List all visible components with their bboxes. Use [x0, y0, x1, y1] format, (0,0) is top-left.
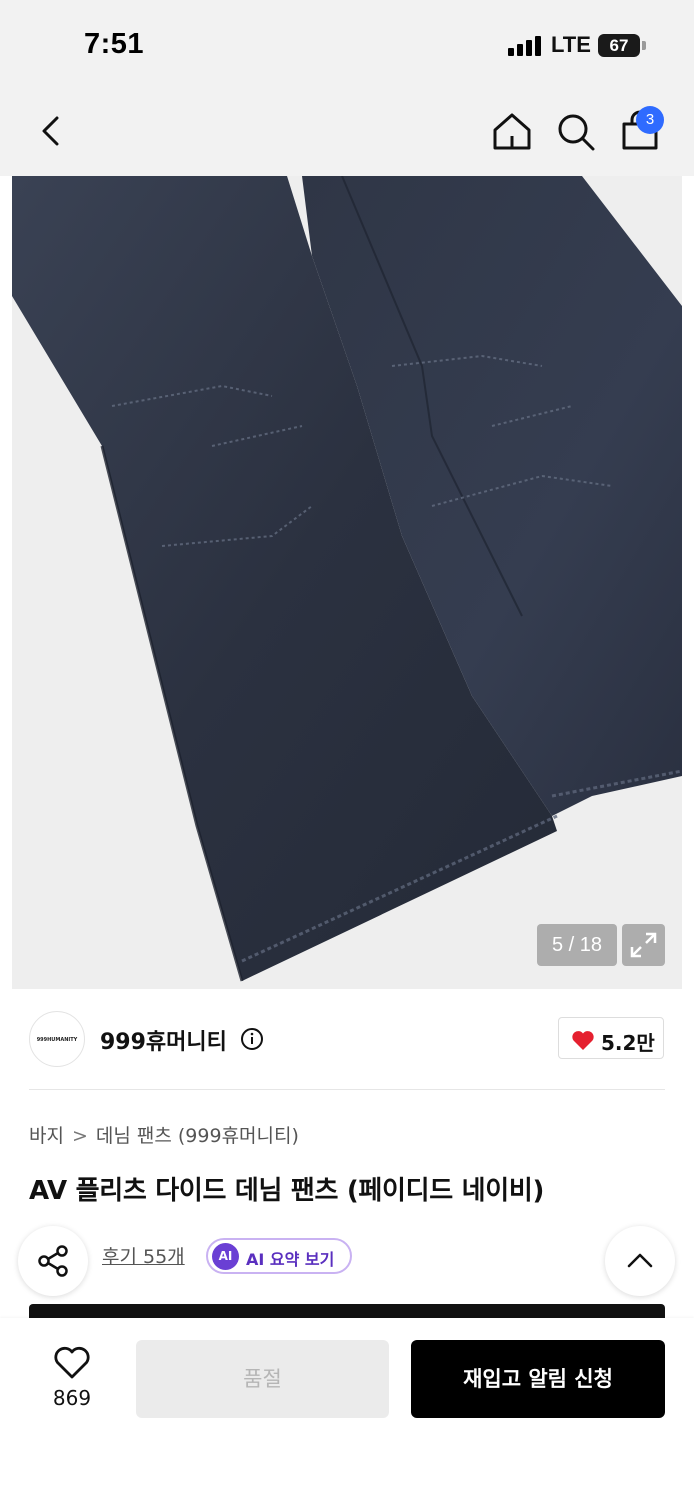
bottom-action-bar: 869 품절 재입고 알림 신청: [0, 1318, 694, 1500]
promo-banner[interactable]: [29, 1304, 665, 1318]
image-counter: 5 / 18: [537, 924, 617, 966]
home-button[interactable]: [490, 110, 534, 154]
denim-pants-photo: [12, 176, 682, 989]
chevron-up-icon: [627, 1253, 653, 1268]
heart-outline-icon: [54, 1346, 90, 1379]
battery-level: 67: [609, 36, 629, 55]
breadcrumb: 바지 > 데님 팬츠 (999휴머니티): [29, 1121, 299, 1148]
expand-icon: [630, 932, 657, 958]
product-title: AV 플리츠 다이드 데님 팬츠 (페이디드 네이비): [29, 1176, 545, 1206]
divider: [29, 1089, 665, 1090]
top-nav-bar: [0, 88, 694, 176]
search-icon: [558, 114, 595, 151]
network-type: LTE: [551, 32, 591, 57]
brand-like-button[interactable]: 5.2만: [558, 1017, 664, 1059]
info-icon[interactable]: [240, 1027, 264, 1051]
battery-cap: [642, 41, 646, 50]
brand-logo-text: 999HUMANITY: [36, 1037, 78, 1043]
home-icon: [493, 113, 531, 150]
status-time: 7:51: [84, 28, 145, 60]
cart-count-badge: 3: [636, 106, 664, 134]
signal-icon: [508, 36, 542, 56]
wishlist-count: 869: [52, 1386, 92, 1410]
battery-icon: 67: [598, 34, 640, 57]
soldout-button: 품절: [136, 1340, 389, 1418]
brand-row: 999HUMANITY 999휴머니티 5.2만: [0, 1000, 694, 1080]
share-icon: [38, 1245, 68, 1277]
breadcrumb-separator: >: [71, 1125, 88, 1147]
brand-like-count: 5.2만: [601, 1031, 655, 1055]
product-image[interactable]: [12, 176, 682, 989]
brand-name[interactable]: 999휴머니티: [100, 1024, 227, 1056]
search-button[interactable]: [554, 110, 598, 154]
ai-summary-label: AI 요약 보기: [246, 1250, 335, 1269]
breadcrumb-item-subcategory[interactable]: 데님 팬츠 (999휴머니티): [96, 1121, 299, 1148]
ai-badge-icon: AI: [212, 1243, 239, 1270]
brand-logo[interactable]: 999HUMANITY: [29, 1011, 85, 1067]
back-button[interactable]: [30, 110, 74, 154]
share-button[interactable]: [18, 1226, 88, 1296]
expand-image-button[interactable]: [622, 924, 665, 966]
wishlist-button[interactable]: 869: [36, 1342, 108, 1422]
review-count-link[interactable]: 후기 55개: [102, 1242, 185, 1269]
scroll-to-top-button[interactable]: [605, 1226, 675, 1296]
restock-alert-button[interactable]: 재입고 알림 신청: [411, 1340, 665, 1418]
rating-row: .9 후기 55개 AI AI 요약 보기: [29, 1238, 429, 1274]
promo-graphic: [477, 1304, 587, 1318]
ai-summary-button[interactable]: AI AI 요약 보기: [206, 1238, 352, 1274]
heart-filled-icon: [572, 1031, 594, 1050]
status-bar: 7:51 LTE 67: [0, 0, 694, 88]
breadcrumb-item-category[interactable]: 바지: [29, 1121, 64, 1148]
back-arrow-icon: [42, 116, 59, 146]
